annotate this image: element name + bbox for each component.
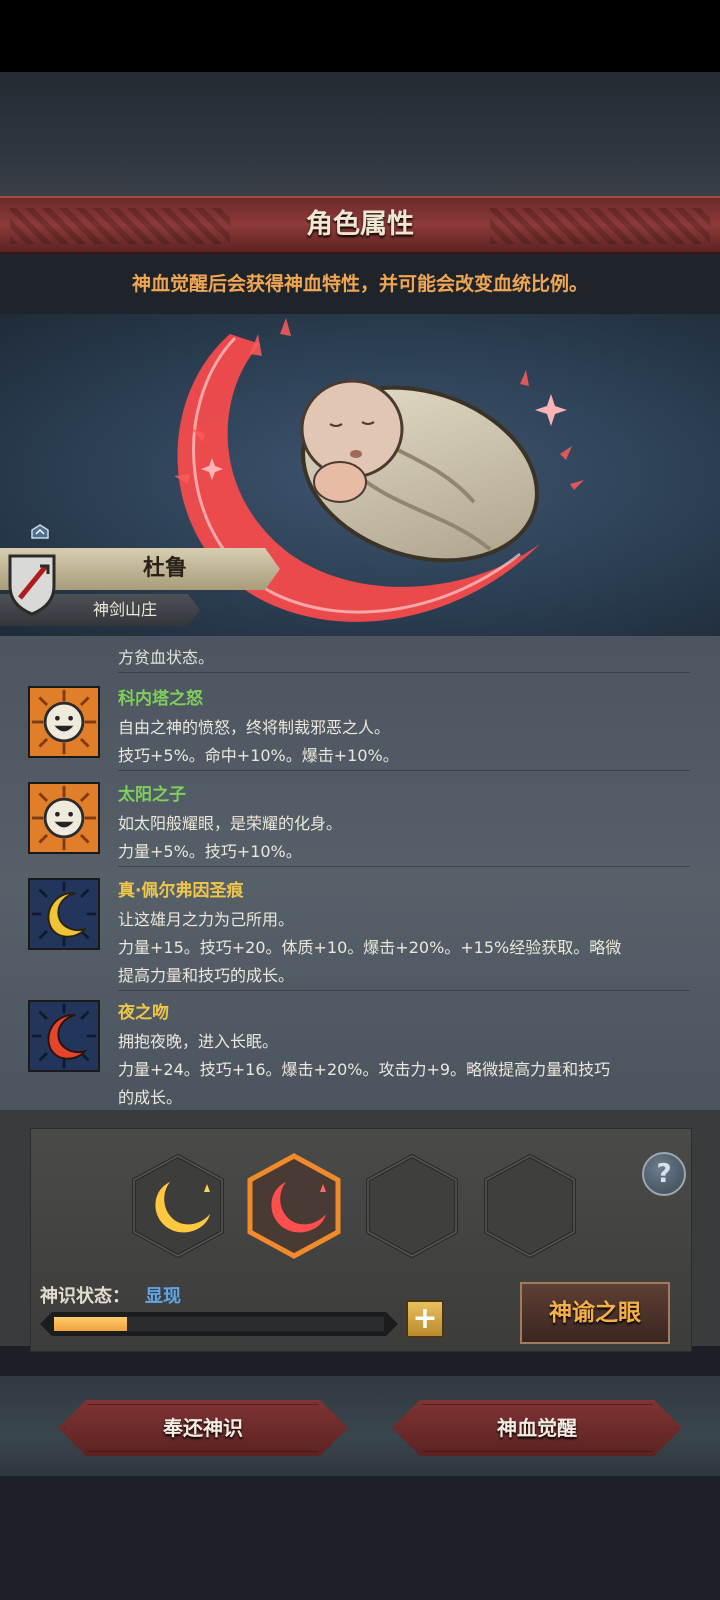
divine-sense-state-value: 显现 [145,1286,181,1307]
trait-stats: 力量+5%。技巧+10%。 [118,842,302,861]
slot-empty[interactable] [482,1152,578,1260]
trait-name: 真·佩尔弗因圣痕 [118,881,244,901]
top-background [0,72,720,196]
trait-cut-text: 方贫血状态。 [118,648,215,667]
trait-description: 让这雄月之力为己所用。 [118,910,295,929]
trait-stats-cont: 提高力量和技巧的成长。 [118,966,295,985]
red-crescent-icon [28,1000,100,1072]
trait-name: 夜之吻 [118,1003,169,1023]
bottom-background [0,1476,720,1600]
trait-separator [118,866,690,867]
header-banner: 角色属性 [0,196,720,254]
shield-icon [8,554,56,616]
sun-face-icon [28,782,100,854]
sun-face-icon [28,686,100,758]
trait-name: 科内塔之怒 [118,689,203,709]
trait-description: 拥抱夜晚，进入长眠。 [118,1032,279,1051]
subtitle-strip: 神血觉醒后会获得神血特性，并可能会改变血统比例。 [0,254,720,315]
subtitle-text: 神血觉醒后会获得神血特性，并可能会改变血统比例。 [131,273,588,295]
trait-description: 自由之神的愤怒，终将制裁邪恶之人。 [118,718,391,737]
page-title: 角色属性 [306,209,414,240]
trait-stats-cont: 的成长。 [118,1088,183,1107]
trait-stats: 技巧+5%。命中+10%。爆击+10%。 [118,746,399,765]
character-name: 杜鲁 [142,556,187,581]
character-clan: 神剑山庄 [92,600,157,619]
trait-description: 如太阳般耀眼，是荣耀的化身。 [118,814,343,833]
divine-blood-awaken-button[interactable]: 神血觉醒 [392,1400,682,1456]
rank-icon [31,524,49,539]
trait-name: 太阳之子 [118,785,186,805]
trait-separator [118,990,690,991]
slot-empty[interactable] [364,1152,460,1260]
gold-crescent-icon [28,878,100,950]
traits-list[interactable]: 方贫血状态。 科内塔之怒 自由之神的愤怒，终将制裁邪恶之人。 技巧+5%。命中+… [0,636,720,1130]
divine-sense-state-label: 神识状态： [40,1286,130,1307]
add-button[interactable]: + [406,1300,444,1338]
status-bar [0,0,720,72]
progress-fill [54,1317,127,1331]
trait-separator [118,770,690,771]
help-button[interactable]: ? [642,1152,686,1196]
trait-separator [118,672,690,673]
slot-gold-crescent[interactable] [130,1152,226,1260]
oracle-eye-button[interactable]: 神谕之眼 [520,1282,670,1344]
divine-sense-progress [40,1312,398,1336]
slot-red-crescent[interactable] [246,1152,342,1260]
trait-stats: 力量+15。技巧+20。体质+10。爆击+20%。+15%经验获取。略微 [118,938,622,957]
trait-stats: 力量+24。技巧+16。爆击+20%。攻击力+9。略微提高力量和技巧 [118,1060,611,1079]
return-divine-sense-button[interactable]: 奉还神识 [58,1400,348,1456]
